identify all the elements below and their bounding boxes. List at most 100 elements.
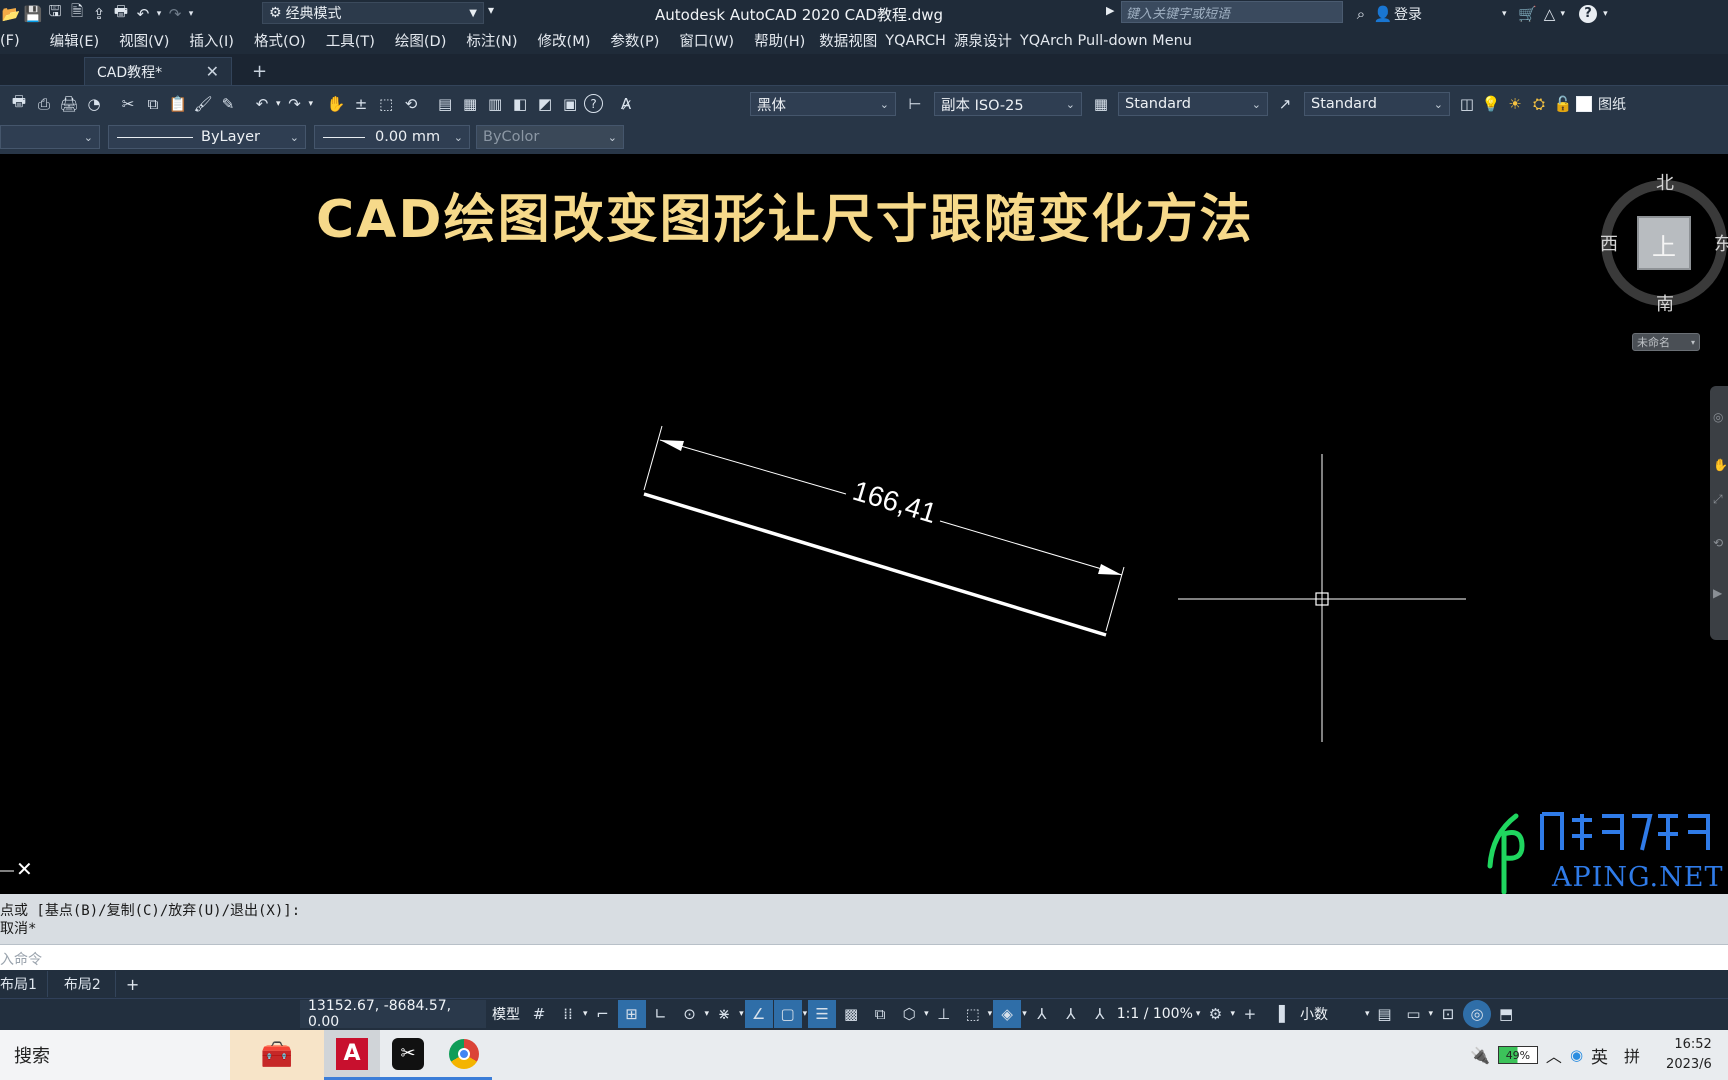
menu-dimension[interactable]: 标注(N) bbox=[454, 30, 525, 51]
customize-qat-icon[interactable]: ▾ bbox=[488, 3, 494, 17]
object-snap-icon[interactable]: ▢ bbox=[773, 1000, 802, 1028]
showmotion-icon[interactable]: ▶ bbox=[1713, 586, 1722, 600]
units-value[interactable]: 小数 bbox=[1294, 1004, 1364, 1024]
lightbulb-icon[interactable]: 💡 bbox=[1480, 93, 1502, 115]
steering-wheel-icon[interactable]: ◎ bbox=[1713, 410, 1723, 424]
search-input[interactable]: 键入关键字或短语 bbox=[1121, 1, 1343, 23]
text-style-select[interactable]: 黑体 ⌄ bbox=[750, 92, 896, 116]
undo-dropdown-icon[interactable]: ▾ bbox=[276, 99, 281, 109]
a360-icon[interactable]: △ bbox=[1539, 4, 1561, 24]
redo-dropdown-icon[interactable]: ▾ bbox=[309, 99, 314, 109]
clock[interactable]: 16:52 2023/6 bbox=[1666, 1035, 1712, 1075]
text-style-icon[interactable]: A̷ bbox=[615, 93, 637, 115]
taskbar-search[interactable]: 搜索 bbox=[0, 1030, 230, 1080]
user-icon[interactable]: 👤 bbox=[1372, 4, 1394, 24]
units-dropdown-icon[interactable]: ▾ bbox=[1365, 1009, 1370, 1019]
annotation-scale-value[interactable]: 1:1 / 100% bbox=[1115, 1006, 1195, 1022]
snap-dropdown-icon[interactable]: ▾ bbox=[583, 1009, 588, 1019]
capcut-app-icon[interactable]: ✂ bbox=[380, 1030, 436, 1080]
plot-style-select[interactable]: ByColor ⌄ bbox=[476, 125, 624, 149]
binoculars-icon[interactable]: ⌕ bbox=[1350, 4, 1372, 24]
ime-language[interactable]: 英 bbox=[1591, 1043, 1608, 1068]
annotation-visibility-icon[interactable]: ⅄ bbox=[1028, 1000, 1056, 1028]
export-icon[interactable]: 🗎 bbox=[66, 2, 88, 24]
tool-palettes-icon[interactable]: ▥ bbox=[484, 93, 506, 115]
help-dropdown-icon[interactable]: ▾ bbox=[1603, 9, 1608, 19]
layer-properties-icon[interactable]: ◫ bbox=[1456, 93, 1478, 115]
polar-tracking-icon[interactable]: ⊙ bbox=[676, 1000, 704, 1028]
selection-cycling-icon[interactable]: ⧉ bbox=[866, 1000, 894, 1028]
ucs-menu[interactable]: 未命名 ▾ bbox=[1632, 333, 1700, 351]
menu-parametric[interactable]: 参数(P) bbox=[598, 30, 667, 51]
chrome-app-icon[interactable] bbox=[436, 1030, 492, 1080]
menu-modify[interactable]: 修改(M) bbox=[526, 30, 599, 51]
publish-icon[interactable]: ⇪ bbox=[88, 4, 110, 24]
sheet-set-icon[interactable]: ◧ bbox=[509, 93, 531, 115]
block-editor-icon[interactable]: ✎ bbox=[217, 93, 239, 115]
login-link[interactable]: 登录 bbox=[1394, 4, 1422, 24]
color-select[interactable]: ⌄ bbox=[0, 125, 100, 149]
menu-format[interactable]: 格式(O) bbox=[242, 30, 314, 51]
ime-mode[interactable]: 拼 bbox=[1624, 1043, 1640, 1067]
publish-icon[interactable]: 🖨 bbox=[58, 93, 80, 115]
3d-dwf-icon[interactable]: ◔ bbox=[83, 93, 105, 115]
power-plug-icon[interactable]: 🔌 bbox=[1470, 1046, 1490, 1065]
gizmo-icon[interactable]: ◈ bbox=[993, 1000, 1022, 1028]
open-icon[interactable]: 📂 bbox=[0, 4, 22, 24]
undo-dropdown-icon[interactable]: ▾ bbox=[154, 4, 164, 24]
workspace-switcher[interactable]: ⚙ 经典模式 ▼ bbox=[262, 2, 484, 24]
calculator-icon[interactable]: ▣ bbox=[559, 93, 581, 115]
dim-style-icon[interactable]: ⊢ bbox=[904, 93, 926, 115]
menu-tools[interactable]: 工具(T) bbox=[314, 30, 383, 51]
lineweight-icon[interactable]: ☰ bbox=[808, 1000, 837, 1028]
tab-layout1[interactable]: 布局1 bbox=[0, 971, 48, 997]
transparency-icon[interactable]: ▩ bbox=[837, 1000, 865, 1028]
login-dropdown-icon[interactable]: ▾ bbox=[1502, 9, 1507, 19]
autocad-app-icon[interactable]: A bbox=[324, 1030, 380, 1080]
dynamic-ucs-icon[interactable]: ⊥ bbox=[930, 1000, 958, 1028]
zoom-window-icon[interactable]: ⬚ bbox=[375, 93, 397, 115]
workspace-gear-icon[interactable]: ⚙ bbox=[1201, 1000, 1229, 1028]
filter-dropdown-icon[interactable]: ▾ bbox=[988, 1009, 993, 1019]
sun-icon[interactable]: ☀ bbox=[1504, 93, 1526, 115]
menu-data-view[interactable]: 数据视图 bbox=[813, 30, 885, 51]
match-properties-icon[interactable]: 🖌 bbox=[192, 93, 214, 115]
zoom-previous-icon[interactable]: ⟲ bbox=[400, 93, 422, 115]
isolate-objects-icon[interactable]: ⊡ bbox=[1434, 1000, 1462, 1028]
lock-icon[interactable]: 🔓 bbox=[1552, 93, 1574, 115]
paper-checkbox[interactable] bbox=[1576, 96, 1592, 112]
menu-insert[interactable]: 插入(I) bbox=[177, 30, 242, 51]
ortho-icon[interactable]: ∟ bbox=[647, 1000, 675, 1028]
osnap-dropdown-icon[interactable]: ▾ bbox=[803, 1009, 808, 1019]
new-tab-button[interactable]: + bbox=[252, 61, 267, 82]
pan-icon[interactable]: ✋ bbox=[1713, 458, 1728, 472]
tray-expand-icon[interactable]: ︿ bbox=[1546, 1043, 1562, 1067]
selection-filter-icon[interactable]: ⬚ bbox=[959, 1000, 987, 1028]
table-style-icon[interactable]: ▦ bbox=[1090, 93, 1112, 115]
infer-constraints-icon[interactable]: ⌐ bbox=[589, 1000, 617, 1028]
multileader-style-icon[interactable]: ↗ bbox=[1274, 93, 1296, 115]
3d-osnap-dropdown-icon[interactable]: ▾ bbox=[924, 1009, 929, 1019]
expand-search-icon[interactable]: ▶ bbox=[1106, 4, 1114, 17]
menu-file[interactable]: (F) bbox=[0, 33, 28, 49]
auto-scale-icon[interactable]: ⅄ bbox=[1057, 1000, 1085, 1028]
command-input[interactable]: 入命令 bbox=[0, 944, 1728, 970]
cut-icon[interactable]: ✂ bbox=[117, 93, 139, 115]
compass-east[interactable]: 东 bbox=[1714, 230, 1728, 256]
3d-osnap-icon[interactable]: ⬡ bbox=[895, 1000, 923, 1028]
polar-dropdown-icon[interactable]: ▾ bbox=[705, 1009, 710, 1019]
dim-style-select[interactable]: 副本 ISO-25 ⌄ bbox=[934, 92, 1082, 116]
undo-icon[interactable]: ↶ bbox=[132, 4, 154, 24]
table-style-select[interactable]: Standard ⌄ bbox=[1118, 92, 1268, 116]
plot-icon[interactable]: 🖶 bbox=[110, 2, 132, 24]
add-layout-button[interactable]: + bbox=[116, 971, 149, 997]
dimension-text[interactable]: 166,41 bbox=[849, 475, 940, 529]
tray-app-icon[interactable]: ◉ bbox=[1570, 1046, 1583, 1064]
redo-dropdown-icon[interactable]: ▾ bbox=[186, 4, 196, 24]
clean-screen-icon[interactable]: ⬒ bbox=[1492, 1000, 1520, 1028]
viewcube[interactable]: 北 南 西 东 上 bbox=[1600, 172, 1728, 315]
isodraft-icon[interactable]: ⋇ bbox=[710, 1000, 738, 1028]
coordinates-display[interactable]: 13152.67, -8684.57, 0.00 bbox=[300, 998, 486, 1030]
menu-view[interactable]: 视图(V) bbox=[107, 30, 177, 51]
menu-yqarch[interactable]: YQARCH bbox=[885, 33, 954, 49]
